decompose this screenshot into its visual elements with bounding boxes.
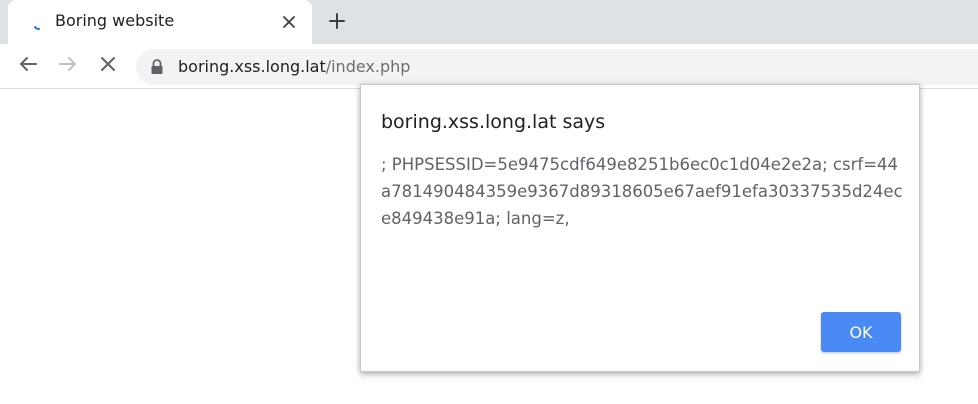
- tab-title: Boring website: [55, 11, 175, 30]
- ok-button[interactable]: OK: [821, 312, 901, 352]
- stop-icon: [100, 56, 116, 76]
- alert-dialog: boring.xss.long.lat says ; PHPSESSID=5e9…: [360, 84, 920, 372]
- dialog-message: ; PHPSESSID=5e9475cdf649e8251b6ec0c1d04e…: [381, 155, 903, 228]
- back-button[interactable]: [13, 51, 43, 81]
- dialog-title: boring.xss.long.lat says: [381, 111, 606, 133]
- address-bar[interactable]: boring.xss.long.lat/index.php: [136, 49, 978, 85]
- url-path: /index.php: [325, 57, 411, 76]
- forward-arrow-icon: [59, 56, 77, 76]
- plus-icon: [329, 13, 345, 33]
- forward-button[interactable]: [53, 51, 83, 81]
- close-icon[interactable]: [280, 13, 298, 31]
- tab-strip: Boring website: [0, 0, 978, 44]
- loading-spinner-icon: [32, 16, 46, 30]
- tab-boring-website[interactable]: Boring website: [8, 0, 312, 44]
- url-text[interactable]: boring.xss.long.lat/index.php: [178, 57, 410, 76]
- url-host: boring.xss.long.lat: [178, 57, 326, 76]
- back-arrow-icon: [19, 56, 37, 76]
- new-tab-button[interactable]: [322, 8, 352, 38]
- lock-icon[interactable]: [150, 59, 164, 75]
- stop-button[interactable]: [93, 51, 123, 81]
- browser-toolbar: boring.xss.long.lat/index.php: [0, 44, 978, 89]
